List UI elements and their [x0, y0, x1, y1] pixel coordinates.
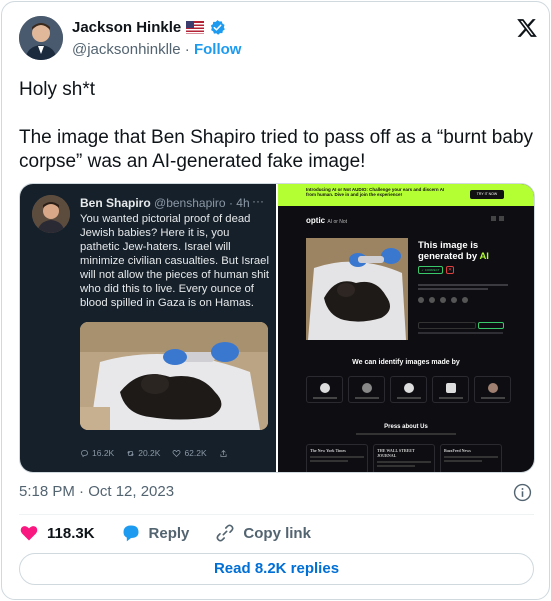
divider [19, 514, 534, 515]
embedded-author-handle: @benshapiro [154, 196, 226, 210]
copy-link-label: Copy link [243, 524, 311, 542]
verified-badge-icon [211, 20, 226, 35]
press-outlet: The New York Times [310, 448, 346, 453]
optic-identify-heading: We can identify images made by [352, 359, 460, 366]
embedded-replies-count: 16.2K [92, 448, 115, 458]
embedded-replies: 16.2K [80, 448, 114, 458]
like-count: 118.3K [47, 524, 95, 542]
tweet-header: Jackson Hinkle @jacksonhinklle · Follow [19, 14, 539, 64]
heart-icon [173, 449, 181, 457]
ai-or-not-screenshot[interactable]: Introducing AI or Not AUDIO: Challenge y… [278, 184, 534, 472]
optic-fineprint [418, 332, 503, 334]
press-card: THE WALL STREET JOURNAL [373, 444, 435, 472]
optic-banner: Introducing AI or Not AUDIO: Challenge y… [278, 184, 534, 206]
optic-result-ai: AI [479, 251, 489, 262]
retweet-icon [127, 450, 134, 456]
optic-banner-text: Introducing AI or Not AUDIO: Challenge y… [306, 187, 445, 197]
optic-model-tiles [306, 376, 511, 403]
share-link-icon [440, 297, 446, 303]
author-avatar[interactable] [19, 16, 63, 60]
model-tile [306, 376, 343, 403]
optic-press-sub [356, 433, 456, 435]
like-button[interactable]: 118.3K [19, 523, 95, 543]
gan-icon [446, 383, 456, 393]
model-tile [348, 376, 385, 403]
tweet-card: Jackson Hinkle @jacksonhinklle · Follow … [1, 1, 550, 600]
optic-press-cards: The New York Times THE WALL STREET JOURN… [306, 444, 502, 472]
wrong-chip: ✕ [446, 266, 454, 274]
optic-share-icons [418, 297, 468, 303]
optic-banner-button: TRY IT NOW [470, 190, 504, 199]
optic-description [418, 284, 508, 292]
optic-analyzed-photo [306, 238, 408, 340]
tweet-text: Holy sh*t The image that Ben Shapiro tri… [19, 79, 534, 172]
press-card: The New York Times [306, 444, 368, 472]
heart-icon [20, 526, 38, 541]
reply-label: Reply [148, 524, 190, 542]
embedded-retweets-count: 20.2K [138, 448, 161, 458]
author-handle[interactable]: @jacksonhinklle [72, 41, 181, 58]
share-mail-icon [451, 297, 457, 303]
author-name[interactable]: Jackson Hinkle [72, 19, 181, 36]
model-tile [474, 376, 511, 403]
dalle-icon [404, 383, 414, 393]
embedded-retweets: 20.2K [126, 448, 160, 458]
share-x-icon [418, 297, 424, 303]
midjourney-icon [362, 383, 372, 393]
share-more-icon [462, 297, 468, 303]
embedded-tweet-screenshot[interactable]: Ben Shapiro @benshapiro · 4h ··· You wan… [20, 184, 278, 472]
grid-icon [491, 216, 496, 221]
reply-icon [81, 449, 88, 457]
optic-logo-text: optic [306, 216, 326, 225]
tweet-timestamp[interactable]: 5:18 PM · Oct 12, 2023 [19, 483, 174, 500]
optic-submit-button [478, 322, 504, 329]
optic-result-line2: generated by [418, 251, 478, 262]
embedded-tweet-age: · 4h [228, 196, 250, 210]
optic-upload-input [418, 322, 476, 329]
embedded-likes: 62.2K [172, 448, 207, 458]
embedded-actions: 16.2K 20.2K 62.2K [80, 448, 270, 458]
model-tile [432, 376, 469, 403]
more-options-icon: ··· [252, 194, 264, 208]
share-fb-icon [429, 297, 435, 303]
press-outlet: THE WALL STREET JOURNAL [377, 448, 415, 458]
author-name-row: Jackson Hinkle [72, 19, 226, 36]
reply-button[interactable]: Reply [121, 523, 190, 543]
press-card: BuzzFeed News [440, 444, 502, 472]
optic-logo: optic AI or Not [306, 216, 347, 225]
author-handle-row: @jacksonhinklle · Follow [72, 41, 241, 58]
embedded-author-name: Ben Shapiro [80, 196, 151, 210]
stable-diffusion-icon [320, 383, 330, 393]
model-tile [390, 376, 427, 403]
copy-link-button[interactable]: Copy link [215, 523, 311, 543]
tweet-actions: 118.3K Reply Copy link [19, 521, 311, 545]
read-replies-button[interactable]: Read 8.2K replies [19, 553, 534, 585]
optic-result-title: This image is generated by AI [418, 240, 489, 262]
embedded-likes-count: 62.2K [184, 448, 207, 458]
embedded-author-avatar [32, 195, 70, 233]
handle-separator: · [184, 41, 190, 58]
share-icon [220, 449, 227, 457]
optic-press-heading: Press about Us [384, 424, 428, 430]
optic-feedback-chips: ✓ CORRECT ✕ [418, 266, 454, 274]
press-outlet: BuzzFeed News [444, 448, 471, 453]
info-icon[interactable] [513, 483, 532, 502]
x-logo-icon[interactable] [516, 17, 538, 39]
face-gan-icon [488, 383, 498, 393]
embedded-photo [80, 322, 268, 430]
tweet-media[interactable]: Ben Shapiro @benshapiro · 4h ··· You wan… [19, 183, 535, 473]
follow-button[interactable]: Follow [194, 41, 242, 58]
embedded-tweet-text: You wanted pictorial proof of dead Jewis… [80, 213, 270, 309]
embedded-header: Ben Shapiro @benshapiro · 4h [80, 196, 250, 210]
menu-icon [499, 216, 504, 221]
optic-nav-icons [491, 216, 504, 221]
optic-result-line1: This image is [418, 240, 479, 251]
us-flag-icon [186, 21, 205, 34]
link-icon [216, 524, 234, 542]
reply-icon [123, 525, 139, 542]
optic-logo-sub: AI or Not [327, 219, 348, 225]
correct-chip: ✓ CORRECT [418, 266, 443, 274]
